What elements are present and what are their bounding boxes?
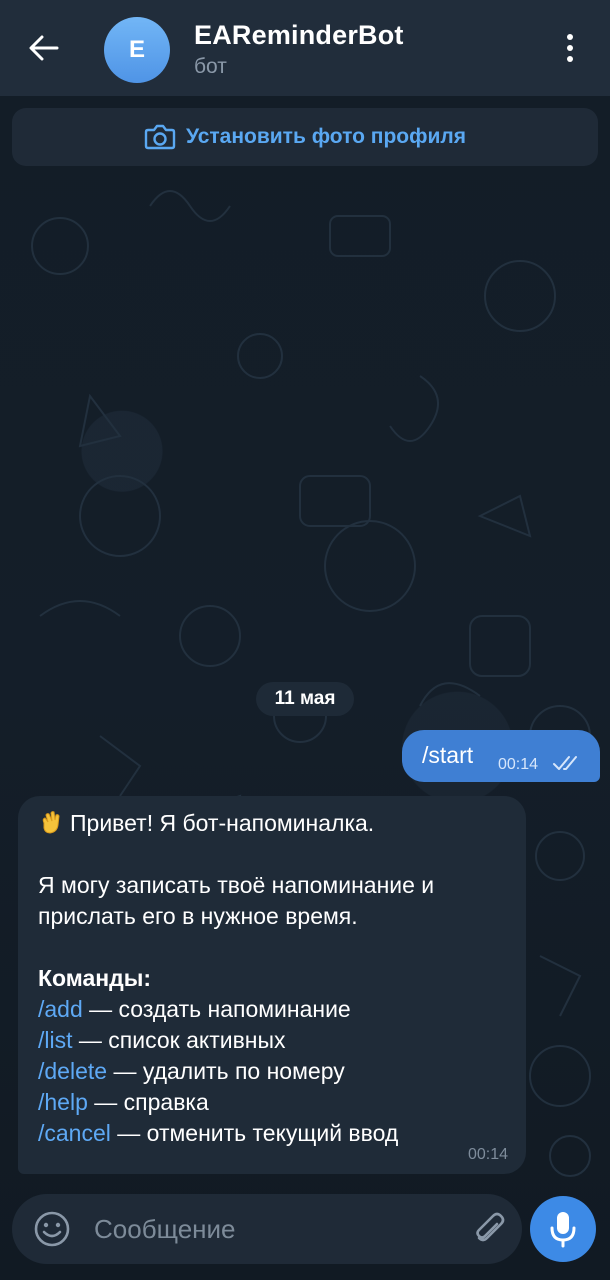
command-desc-delete: — удалить по номеру [107, 1058, 345, 1084]
chat-header: E EAReminderBot бот [0, 0, 610, 96]
set-profile-photo-label: Установить фото профиля [185, 125, 467, 148]
camera-icon [144, 124, 176, 150]
command-line-delete: /delete — удалить по номеру [38, 1056, 518, 1087]
incoming-message-time: 00:14 [467, 1146, 508, 1163]
avatar-letter: E [128, 36, 145, 63]
command-link-help[interactable]: /help [38, 1089, 88, 1115]
date-separator: 11 мая [256, 682, 354, 716]
avatar[interactable]: E [104, 17, 170, 83]
back-button[interactable] [22, 26, 66, 70]
message-input[interactable] [94, 1210, 454, 1248]
bot-name: EAReminderBot [194, 20, 404, 50]
double-check-icon [553, 756, 577, 770]
voice-record-button[interactable] [530, 1196, 596, 1262]
commands-title: Команды: [38, 965, 152, 991]
command-link-delete[interactable]: /delete [38, 1058, 107, 1084]
command-line-help: /help — справка [38, 1087, 518, 1118]
command-line-add: /add — создать напоминание [38, 994, 518, 1025]
intro-line-2: прислать его в нужное время. [38, 903, 358, 929]
bot-status: бот [194, 55, 227, 78]
microphone-icon [550, 1212, 576, 1248]
more-vertical-icon [567, 34, 573, 40]
command-desc-help: — справка [87, 1089, 209, 1115]
command-desc-list: — список активных [72, 1027, 286, 1053]
emoji-icon[interactable] [32, 1209, 72, 1249]
command-link-list[interactable]: /list [38, 1027, 73, 1053]
waving-hand-emoji [42, 811, 60, 834]
set-profile-photo-button[interactable]: Установить фото профиля [12, 108, 598, 166]
intro-line-1: Я могу записать твоё напоминание и [38, 872, 435, 898]
outgoing-message[interactable]: /start 00:14 [402, 730, 600, 782]
outgoing-message-text: /start [422, 742, 474, 768]
incoming-message[interactable]: Привет! Я бот-напоминалка. Я могу записа… [18, 796, 526, 1174]
outgoing-message-time: 00:14 [498, 756, 539, 773]
greeting-line: Привет! Я бот-напоминалка. [38, 808, 518, 839]
command-link-add[interactable]: /add [38, 996, 83, 1022]
command-desc-add: — создать напоминание [82, 996, 351, 1022]
greeting-text: Привет! Я бот-напоминалка. [70, 810, 375, 836]
paperclip-icon[interactable] [470, 1210, 510, 1250]
arrow-left-icon [29, 35, 59, 61]
more-options-button[interactable] [554, 28, 586, 68]
date-label: 11 мая [274, 688, 336, 709]
command-desc-cancel: — отменить текущий ввод [110, 1120, 399, 1146]
message-composer [12, 1194, 522, 1264]
chat-title-block[interactable]: EAReminderBot бот [194, 20, 404, 79]
incoming-message-text: Привет! Я бот-напоминалка. Я могу записа… [38, 808, 518, 1149]
command-link-cancel[interactable]: /cancel [38, 1120, 111, 1146]
command-line-list: /list — список активных [38, 1025, 518, 1056]
command-line-cancel: /cancel — отменить текущий ввод [38, 1118, 518, 1149]
